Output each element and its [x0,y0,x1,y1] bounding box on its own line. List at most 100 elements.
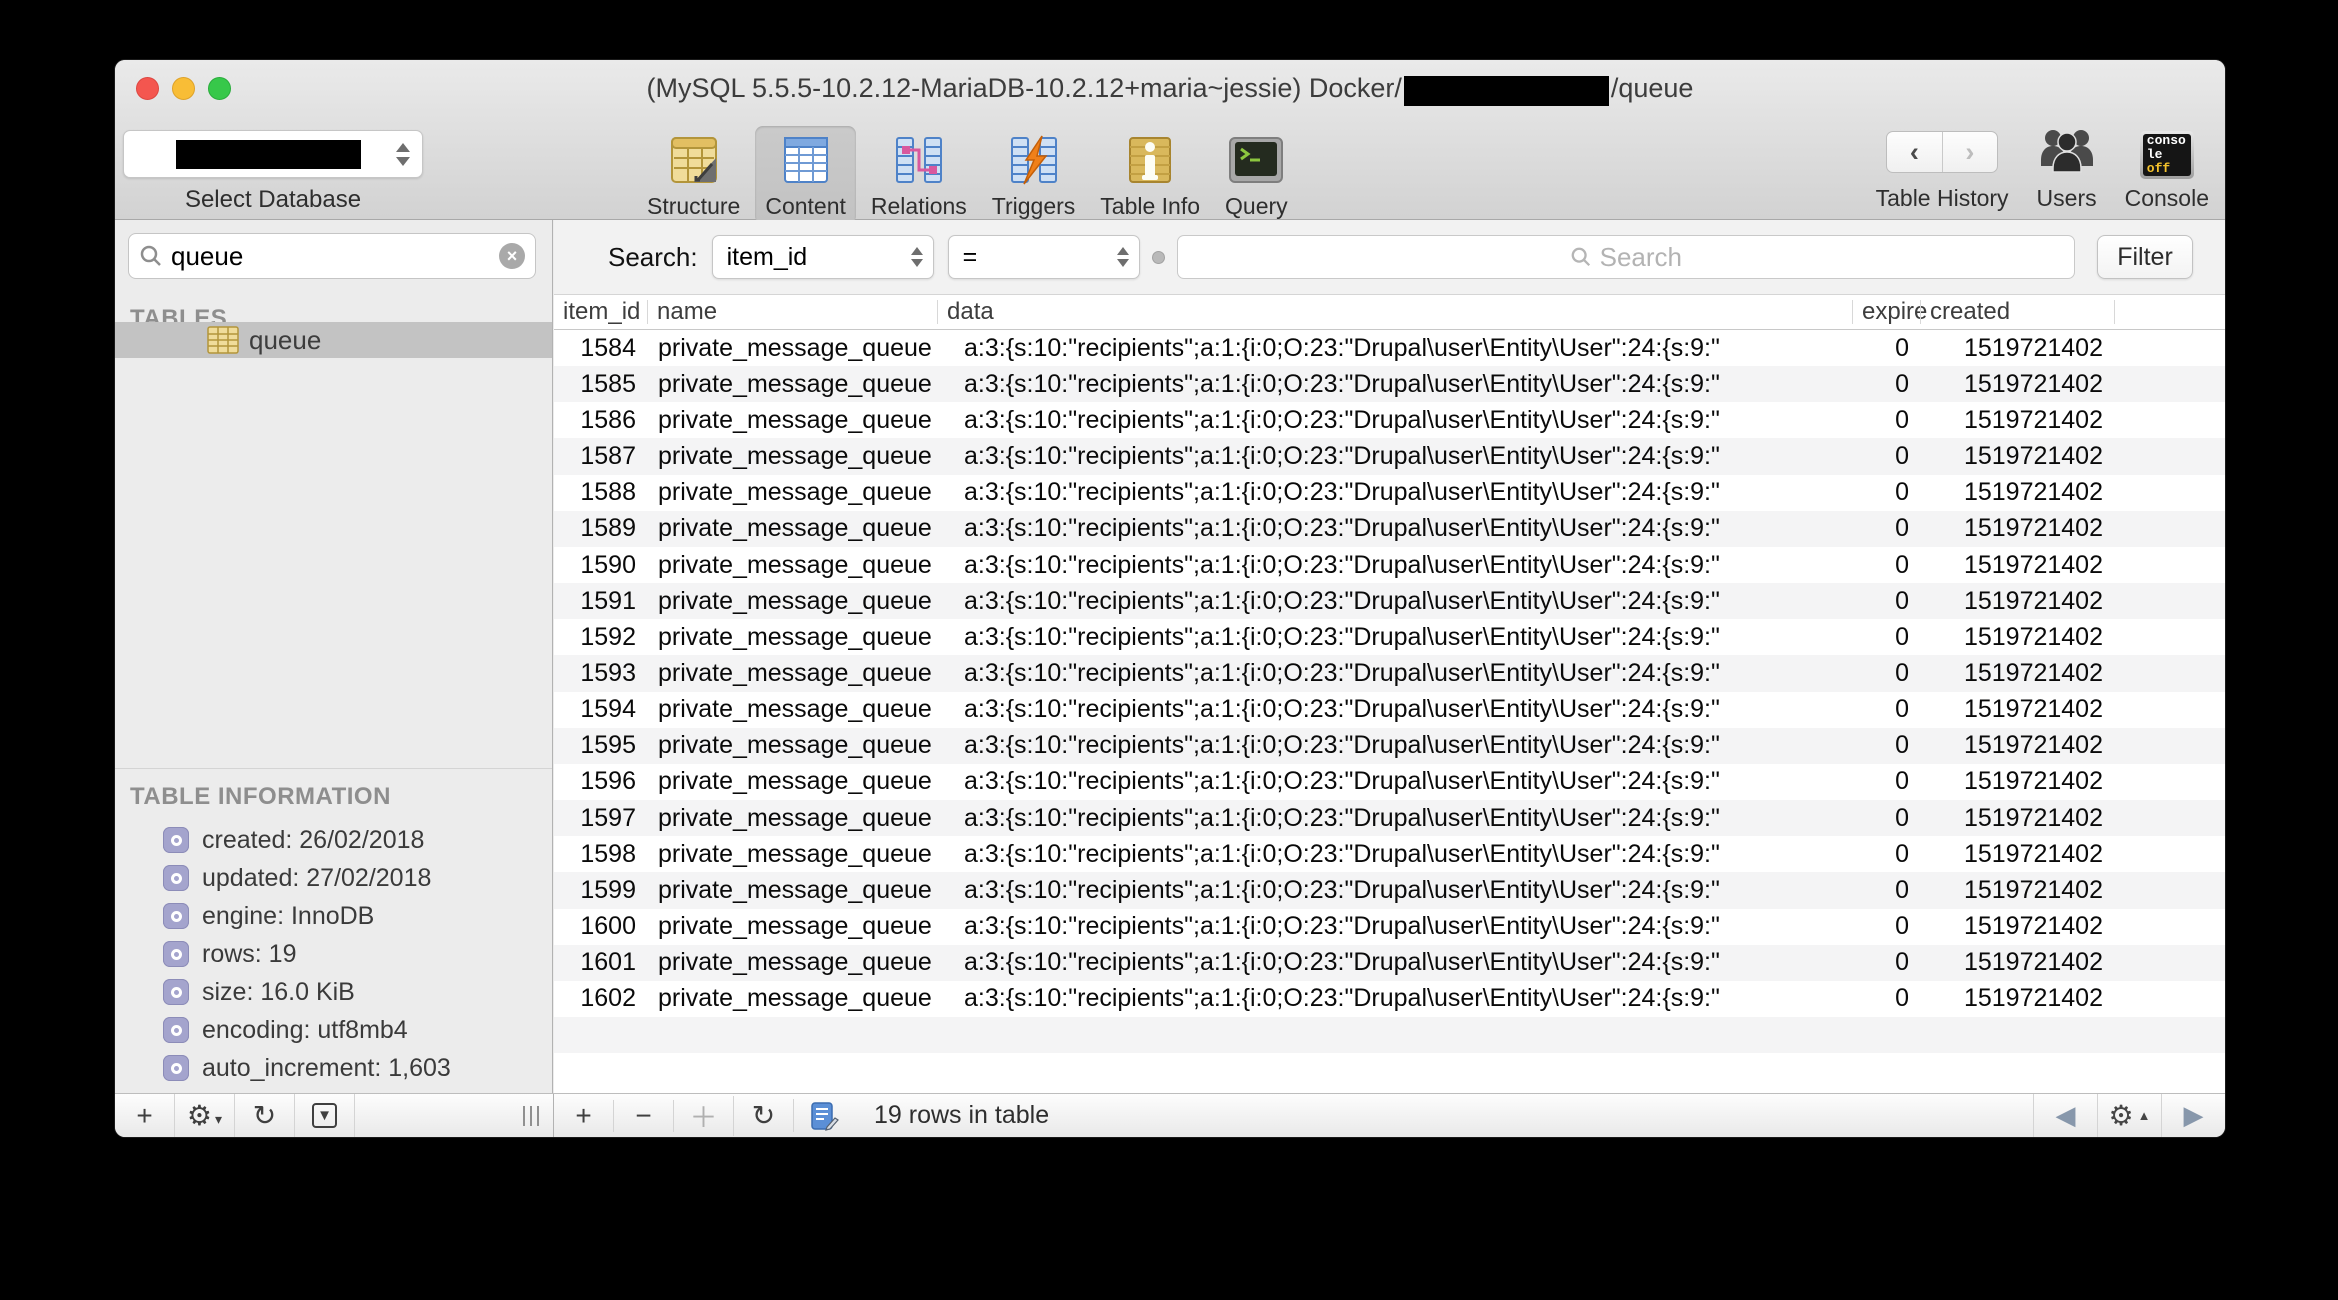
cell-name[interactable]: private_message_queue [648,551,938,580]
table-row[interactable]: 1595private_message_queuea:3:{s:10:"reci… [554,728,2225,764]
cell-created[interactable]: 1519721402 [1921,840,2115,869]
cell-name[interactable]: private_message_queue [648,442,938,471]
table-info-button[interactable]: Table Info [1090,126,1210,224]
cell-expire[interactable]: 0 [1853,370,1921,399]
cell-data[interactable]: a:3:{s:10:"recipients";a:1:{i:0;O:23:"Dr… [938,478,1853,507]
cell-item_id[interactable]: 1586 [554,406,648,435]
cell-created[interactable]: 1519721402 [1921,370,2115,399]
table-row[interactable]: 1589private_message_queuea:3:{s:10:"reci… [554,511,2225,547]
column-header-expire[interactable]: expire [1853,295,1921,329]
table-row[interactable]: 1590private_message_queuea:3:{s:10:"reci… [554,547,2225,583]
cell-expire[interactable]: 0 [1853,984,1921,1013]
table-row[interactable]: 1597private_message_queuea:3:{s:10:"reci… [554,800,2225,836]
triggers-button[interactable]: Triggers [982,126,1086,224]
history-forward-button[interactable]: › [1943,132,1998,172]
cell-name[interactable]: private_message_queue [648,984,938,1013]
cell-item_id[interactable]: 1594 [554,695,648,724]
cell-expire[interactable]: 0 [1853,514,1921,543]
cell-data[interactable]: a:3:{s:10:"recipients";a:1:{i:0;O:23:"Dr… [938,984,1853,1013]
cell-expire[interactable]: 0 [1853,840,1921,869]
cell-data[interactable]: a:3:{s:10:"recipients";a:1:{i:0;O:23:"Dr… [938,334,1853,363]
table-row[interactable]: 1587private_message_queuea:3:{s:10:"reci… [554,438,2225,474]
cell-item_id[interactable]: 1592 [554,623,648,652]
cell-name[interactable]: private_message_queue [648,623,938,652]
cell-created[interactable]: 1519721402 [1921,948,2115,977]
cell-name[interactable]: private_message_queue [648,659,938,688]
edit-row-button[interactable] [794,1101,854,1131]
console-toggle-button[interactable]: ▼ [295,1094,355,1137]
cell-expire[interactable]: 0 [1853,876,1921,905]
history-back-button[interactable]: ‹ [1887,132,1943,172]
add-row-button[interactable]: + [554,1100,614,1132]
filter-operator-popup[interactable]: = [948,235,1140,279]
select-database-popup[interactable] [123,130,423,178]
cell-data[interactable]: a:3:{s:10:"recipients";a:1:{i:0;O:23:"Dr… [938,804,1853,833]
cell-created[interactable]: 1519721402 [1921,876,2115,905]
pagination-gear-button[interactable]: ⚙▲ [2097,1094,2161,1137]
next-page-button[interactable]: ▶ [2161,1094,2225,1137]
cell-item_id[interactable]: 1587 [554,442,648,471]
cell-expire[interactable]: 0 [1853,804,1921,833]
cell-item_id[interactable]: 1588 [554,478,648,507]
cell-name[interactable]: private_message_queue [648,695,938,724]
cell-expire[interactable]: 0 [1853,659,1921,688]
filter-column-popup[interactable]: item_id [712,235,934,279]
cell-expire[interactable]: 0 [1853,406,1921,435]
cell-created[interactable]: 1519721402 [1921,804,2115,833]
cell-data[interactable]: a:3:{s:10:"recipients";a:1:{i:0;O:23:"Dr… [938,370,1853,399]
cell-data[interactable]: a:3:{s:10:"recipients";a:1:{i:0;O:23:"Dr… [938,442,1853,471]
clear-search-icon[interactable]: × [499,243,525,269]
refresh-tables-button[interactable]: ↻ [235,1094,295,1137]
table-filter-field[interactable]: queue × [128,233,536,279]
cell-expire[interactable]: 0 [1853,551,1921,580]
cell-created[interactable]: 1519721402 [1921,623,2115,652]
structure-button[interactable]: Structure [637,126,750,224]
console-button[interactable]: conso le off Console [2125,131,2209,212]
cell-created[interactable]: 1519721402 [1921,514,2115,543]
users-button[interactable]: Users [2037,126,2097,212]
cell-data[interactable]: a:3:{s:10:"recipients";a:1:{i:0;O:23:"Dr… [938,948,1853,977]
table-row[interactable]: 1584private_message_queuea:3:{s:10:"reci… [554,330,2225,366]
table-row[interactable]: 1601private_message_queuea:3:{s:10:"reci… [554,945,2225,981]
cell-created[interactable]: 1519721402 [1921,587,2115,616]
cell-item_id[interactable]: 1596 [554,767,648,796]
column-header-name[interactable]: name [648,295,938,329]
cell-item_id[interactable]: 1600 [554,912,648,941]
cell-item_id[interactable]: 1584 [554,334,648,363]
cell-name[interactable]: private_message_queue [648,767,938,796]
cell-name[interactable]: private_message_queue [648,731,938,760]
cell-created[interactable]: 1519721402 [1921,551,2115,580]
cell-item_id[interactable]: 1590 [554,551,648,580]
table-row[interactable]: 1585private_message_queuea:3:{s:10:"reci… [554,366,2225,402]
cell-created[interactable]: 1519721402 [1921,912,2115,941]
table-row[interactable]: 1592private_message_queuea:3:{s:10:"reci… [554,619,2225,655]
table-row[interactable]: 1593private_message_queuea:3:{s:10:"reci… [554,655,2225,691]
cell-data[interactable]: a:3:{s:10:"recipients";a:1:{i:0;O:23:"Dr… [938,767,1853,796]
table-row[interactable]: 1586private_message_queuea:3:{s:10:"reci… [554,402,2225,438]
cell-name[interactable]: private_message_queue [648,370,938,399]
cell-data[interactable]: a:3:{s:10:"recipients";a:1:{i:0;O:23:"Dr… [938,406,1853,435]
cell-data[interactable]: a:3:{s:10:"recipients";a:1:{i:0;O:23:"Dr… [938,623,1853,652]
column-header-created[interactable]: created [1921,295,2115,329]
cell-item_id[interactable]: 1591 [554,587,648,616]
cell-created[interactable]: 1519721402 [1921,334,2115,363]
cell-data[interactable]: a:3:{s:10:"recipients";a:1:{i:0;O:23:"Dr… [938,731,1853,760]
previous-page-button[interactable]: ◀ [2033,1094,2097,1137]
sidebar-resize-handle[interactable] [523,1094,539,1137]
cell-expire[interactable]: 0 [1853,334,1921,363]
column-header-item-id[interactable]: item_id [554,295,648,329]
cell-name[interactable]: private_message_queue [648,876,938,905]
cell-expire[interactable]: 0 [1853,623,1921,652]
cell-item_id[interactable]: 1602 [554,984,648,1013]
cell-created[interactable]: 1519721402 [1921,767,2115,796]
table-row[interactable]: 1599private_message_queuea:3:{s:10:"reci… [554,872,2225,908]
cell-name[interactable]: private_message_queue [648,334,938,363]
cell-name[interactable]: private_message_queue [648,912,938,941]
column-header-data[interactable]: data [938,295,1853,329]
cell-item_id[interactable]: 1601 [554,948,648,977]
cell-name[interactable]: private_message_queue [648,948,938,977]
cell-created[interactable]: 1519721402 [1921,695,2115,724]
cell-data[interactable]: a:3:{s:10:"recipients";a:1:{i:0;O:23:"Dr… [938,587,1853,616]
cell-data[interactable]: a:3:{s:10:"recipients";a:1:{i:0;O:23:"Dr… [938,876,1853,905]
table-actions-gear-button[interactable]: ⚙▾ [175,1094,235,1137]
